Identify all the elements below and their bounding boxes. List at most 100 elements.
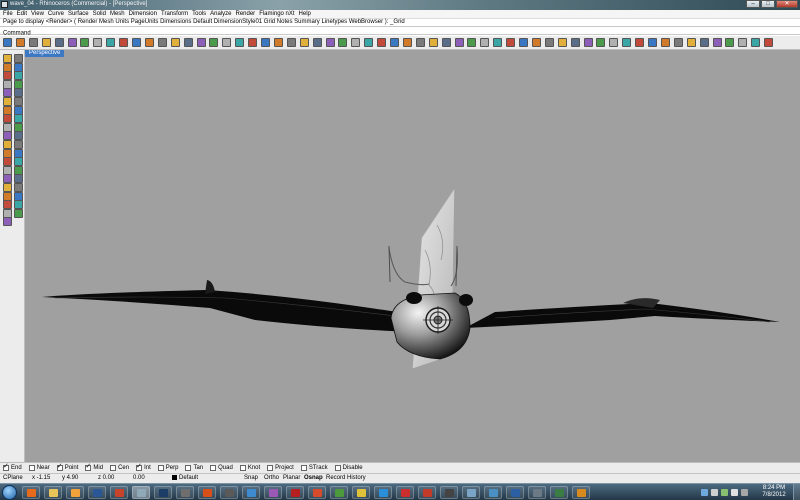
offset-curve-icon[interactable] [14, 97, 23, 106]
script-icon[interactable] [596, 38, 606, 47]
rotate-view-icon[interactable] [132, 38, 141, 47]
taskbar-sketchbook-button[interactable] [220, 486, 238, 499]
print-icon[interactable] [41, 38, 51, 47]
osnap-tan[interactable]: Tan [185, 465, 203, 471]
analyze-icon[interactable] [609, 38, 619, 47]
revolve-icon[interactable] [14, 114, 23, 124]
new-icon[interactable] [3, 38, 12, 47]
lock-icon[interactable] [286, 38, 296, 47]
fillet-curve-icon[interactable] [3, 97, 12, 106]
array-icon[interactable] [725, 38, 735, 47]
ghosted-icon[interactable] [390, 38, 399, 47]
taskbar-keyshot-button[interactable] [396, 486, 414, 499]
osnap-project-checkbox[interactable] [267, 465, 274, 471]
grasshopper-icon[interactable] [764, 38, 774, 47]
rendered-preview-icon[interactable] [377, 38, 387, 47]
arc-icon[interactable] [14, 71, 23, 81]
open-icon[interactable] [15, 38, 25, 47]
osnap-int-checkbox[interactable] [136, 463, 143, 471]
emap-icon[interactable] [648, 38, 657, 47]
osnap-strack[interactable]: STrack [300, 465, 328, 471]
command-input[interactable] [32, 27, 233, 33]
curvature-icon[interactable] [622, 38, 632, 47]
menu-surface[interactable]: Surface [68, 11, 89, 17]
osnap-strack-checkbox[interactable] [300, 465, 307, 471]
shaded-icon[interactable] [364, 38, 374, 47]
xray-icon[interactable] [402, 38, 412, 47]
sphere-icon[interactable] [467, 38, 477, 47]
taskbar-pdf-button[interactable] [308, 486, 326, 499]
menu-curve[interactable]: Curve [48, 11, 64, 17]
toolbar-layout-icon[interactable] [583, 38, 593, 47]
menu-file[interactable]: File [3, 11, 13, 17]
environment-icon[interactable] [506, 38, 516, 47]
plant-icon[interactable] [531, 38, 541, 47]
decal-icon[interactable] [544, 38, 554, 47]
undo-icon[interactable] [106, 38, 116, 47]
pan-icon[interactable] [119, 38, 129, 47]
osnap-knot[interactable]: Knot [239, 465, 260, 471]
osnap-perp[interactable]: Perp [157, 465, 178, 471]
menu-tools[interactable]: Tools [192, 11, 206, 17]
menu-help[interactable]: Help [299, 11, 311, 17]
osnap-tan-checkbox[interactable] [185, 465, 192, 471]
cplane-icon[interactable] [222, 38, 232, 47]
hide-icon[interactable] [273, 38, 283, 47]
mirror-icon[interactable] [3, 183, 12, 192]
action-center-icon[interactable] [731, 489, 738, 496]
select-icon[interactable] [3, 54, 12, 63]
ortho-toggle[interactable]: Ortho [264, 474, 279, 483]
extrude-icon[interactable] [3, 114, 12, 124]
snap-toggle[interactable]: Snap [244, 474, 258, 483]
osnap-icon[interactable] [751, 38, 761, 47]
menu-transform[interactable]: Transform [161, 11, 188, 17]
rhino-app-icon[interactable] [1, 1, 8, 8]
paste-icon[interactable] [93, 38, 103, 47]
taskbar-notepad-button[interactable] [462, 486, 480, 499]
osnap-knot-checkbox[interactable] [239, 465, 246, 471]
osnap-end[interactable]: End [3, 463, 22, 471]
object-props-icon[interactable] [261, 38, 270, 47]
group-icon[interactable] [3, 200, 12, 210]
four-views-icon[interactable] [209, 38, 219, 47]
select-all-icon[interactable] [248, 38, 258, 47]
dimension-icon[interactable] [415, 38, 425, 47]
start-button[interactable] [2, 485, 17, 500]
network-icon[interactable] [701, 489, 708, 496]
zoom-extents-icon[interactable] [170, 38, 180, 47]
taskbar-firefox-button[interactable] [22, 486, 40, 499]
taskbar-control-panel-button[interactable] [484, 486, 502, 499]
osnap-quad-checkbox[interactable] [210, 465, 217, 471]
taskbar-inventor-button[interactable] [572, 486, 590, 499]
volume-icon[interactable] [711, 489, 718, 496]
cplane-label[interactable]: CPlane [3, 474, 23, 483]
dimension-linear-icon[interactable] [14, 208, 23, 218]
record-history-toggle[interactable]: Record History [326, 474, 366, 483]
taskbar-greenhouse-button[interactable] [330, 486, 348, 499]
osnap-point-checkbox[interactable] [56, 463, 63, 471]
osnap-mid-checkbox[interactable] [85, 463, 92, 471]
taskbar-itunes-button[interactable] [264, 486, 282, 499]
menu-dimension[interactable]: Dimension [129, 11, 157, 17]
maximize-button[interactable]: □ [761, 0, 775, 8]
flamingo-material-icon[interactable] [493, 38, 503, 47]
taskbar-chrome-button[interactable] [352, 486, 370, 499]
camera-icon[interactable] [454, 38, 464, 47]
material-icon[interactable] [325, 38, 335, 47]
edge-tools-icon[interactable] [673, 38, 683, 47]
array-object-icon[interactable] [14, 183, 23, 192]
zoom-icon[interactable] [144, 38, 154, 47]
boolean-icon[interactable] [738, 38, 748, 47]
perspective-viewport[interactable]: Perspective [25, 50, 800, 462]
taskbar-zbrush-button[interactable] [176, 486, 194, 499]
taskbar-skype-button[interactable] [374, 486, 392, 499]
taskbar-firefox-window-button[interactable] [198, 486, 216, 499]
hatch-icon[interactable] [3, 217, 12, 227]
wireframe-icon[interactable] [351, 38, 361, 47]
undo-view-icon[interactable] [196, 38, 206, 47]
taskbar-camera-app-button[interactable] [550, 486, 568, 499]
osnap-quad[interactable]: Quad [210, 465, 233, 471]
menu-edit[interactable]: Edit [17, 11, 27, 17]
menu-render[interactable]: Render [236, 11, 256, 17]
layer-indicator[interactable]: Default [172, 474, 198, 483]
